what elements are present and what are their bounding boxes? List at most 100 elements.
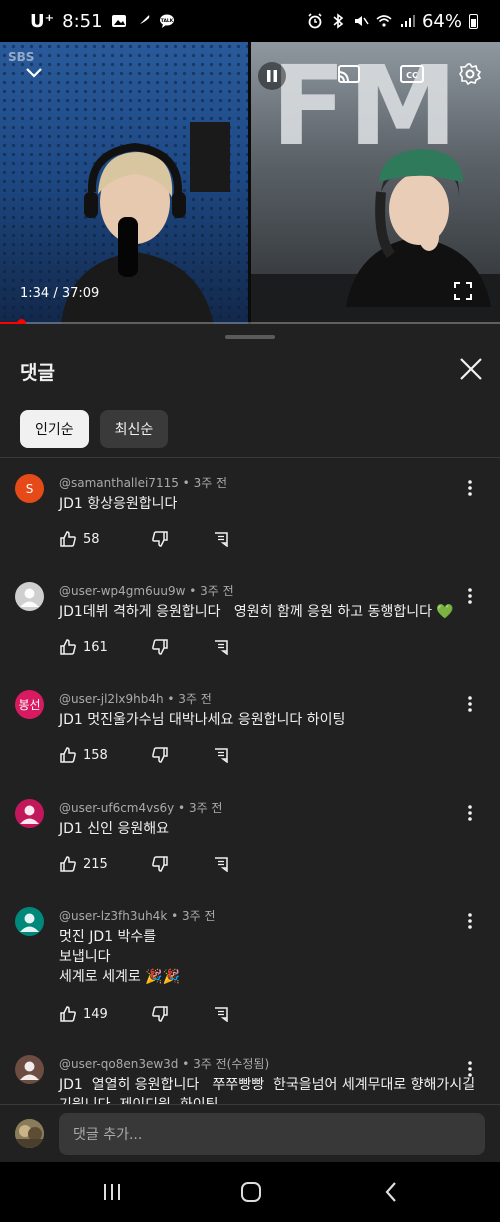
add-comment-bar: 댓글 추가... xyxy=(0,1104,500,1162)
gallery-icon xyxy=(111,15,126,27)
back-icon[interactable] xyxy=(380,1180,404,1204)
thumbs-up-icon xyxy=(60,531,76,547)
meta-separator: • xyxy=(167,909,182,923)
comment-author[interactable]: @user-lz3fh3uh4k xyxy=(59,909,167,923)
sheet-drag-handle[interactable] xyxy=(225,335,275,339)
carrier-label: U⁺ xyxy=(30,10,55,32)
comment-author[interactable]: @user-jl2lx9hb4h xyxy=(59,692,164,706)
comment-line: JD1데뷔 격하게 응원합니다 영원히 함께 응원 하고 동행합니다 💚 xyxy=(59,604,454,620)
meta-separator: • xyxy=(185,584,201,598)
like-button[interactable]: 215 xyxy=(59,855,113,873)
thumbs-down-icon xyxy=(152,639,168,655)
comment-text: JD1 멋진울가수님 대박나세요 응원합니다 하이팅 xyxy=(59,710,459,730)
meta-separator: • xyxy=(178,1057,194,1071)
signal-icon xyxy=(400,15,415,27)
dislike-button[interactable] xyxy=(151,1005,169,1023)
comment-author[interactable]: @samanthallei7115 xyxy=(59,476,179,490)
comment-line: JD1 열열히 응원합니다 쭈쭈빵빵 한국을넘어 세계무대로 향해가시길 xyxy=(59,1077,476,1093)
like-button[interactable]: 161 xyxy=(59,638,113,656)
dislike-button[interactable] xyxy=(151,746,169,764)
fullscreen-icon[interactable] xyxy=(454,282,472,300)
pause-button[interactable] xyxy=(258,62,286,90)
meta-separator: • xyxy=(163,692,179,706)
comment-time: 3주 전 xyxy=(181,909,216,923)
like-button[interactable]: 158 xyxy=(59,746,113,764)
person-icon xyxy=(20,913,39,932)
commenter-avatar[interactable] xyxy=(15,907,44,936)
comment-time: 3주 전 xyxy=(193,476,228,490)
sort-chips: 인기순 최신순 xyxy=(20,410,169,448)
close-icon[interactable] xyxy=(458,356,484,382)
dislike-button[interactable] xyxy=(151,855,169,873)
comment-meta: @user-lz3fh3uh4k • 3주 전 xyxy=(59,907,216,924)
svg-text:CC: CC xyxy=(406,71,418,80)
thumbs-down-icon xyxy=(152,856,168,872)
more-options-icon[interactable] xyxy=(462,1059,478,1079)
comment-actions: 149 xyxy=(59,1005,229,1023)
comment-line: 멋진 JD1 박수를 xyxy=(59,929,157,945)
cast-icon[interactable] xyxy=(336,64,362,86)
reply-button[interactable] xyxy=(213,531,229,547)
like-button[interactable]: 149 xyxy=(59,1005,113,1023)
comment-author[interactable]: @user-qo8en3ew3d xyxy=(59,1057,178,1071)
home-icon[interactable] xyxy=(239,1180,263,1204)
comment-actions: 161 xyxy=(59,638,229,656)
video-player[interactable]: SBS FM CC 1:34 / 37:09 xyxy=(0,42,500,324)
like-count: 58 xyxy=(83,531,100,547)
more-options-icon[interactable] xyxy=(462,694,478,714)
comment-actions: 158 xyxy=(59,746,229,764)
clock: 8:51 xyxy=(62,10,103,32)
reply-button[interactable] xyxy=(213,747,229,763)
reply-button[interactable] xyxy=(213,1006,229,1022)
person-icon xyxy=(20,805,39,824)
chip-newest[interactable]: 최신순 xyxy=(99,410,169,448)
like-count: 215 xyxy=(83,856,108,872)
reply-icon xyxy=(215,1007,228,1022)
comment-author[interactable]: @user-uf6cm4vs6y xyxy=(59,801,174,815)
comment-meta: @user-jl2lx9hb4h • 3주 전 xyxy=(59,690,212,707)
meta-separator: • xyxy=(178,476,194,490)
comment-text: JD1 항상응원합니다 xyxy=(59,494,459,514)
comment-author[interactable]: @user-wp4gm6uu9w xyxy=(59,584,185,598)
reply-button[interactable] xyxy=(213,856,229,872)
person-icon xyxy=(20,588,39,607)
meta-separator: • xyxy=(174,801,189,815)
more-options-icon[interactable] xyxy=(462,586,478,606)
like-count: 161 xyxy=(83,639,108,655)
reply-icon xyxy=(215,640,228,655)
more-options-icon[interactable] xyxy=(462,911,478,931)
more-options-icon[interactable] xyxy=(462,803,478,823)
thumbs-down-icon xyxy=(152,747,168,763)
settings-gear-icon[interactable] xyxy=(458,62,482,86)
feather-icon xyxy=(136,15,149,27)
status-bar: U⁺ 8:51 TALK 64% xyxy=(0,0,500,42)
my-avatar xyxy=(15,1119,44,1148)
dislike-button[interactable] xyxy=(151,530,169,548)
reply-icon xyxy=(215,748,228,763)
bluetooth-icon xyxy=(333,13,344,29)
more-options-icon[interactable] xyxy=(462,478,478,498)
comment-meta: @samanthallei7115 • 3주 전 xyxy=(59,474,227,491)
commenter-avatar[interactable] xyxy=(15,1055,44,1084)
captions-icon[interactable]: CC xyxy=(400,64,424,84)
reply-icon xyxy=(215,857,228,872)
comment-time: 3주 전 xyxy=(178,692,212,706)
thumbs-up-icon xyxy=(60,1006,76,1022)
battery-percent: 64% xyxy=(421,10,462,32)
mute-icon xyxy=(354,16,369,26)
commenter-avatar[interactable] xyxy=(15,799,44,828)
recent-apps-icon[interactable] xyxy=(100,1180,124,1204)
chip-top[interactable]: 인기순 xyxy=(20,410,89,448)
commenter-avatar[interactable]: S xyxy=(15,474,44,503)
minimize-chevron-icon[interactable] xyxy=(24,66,44,80)
dislike-button[interactable] xyxy=(151,638,169,656)
like-button[interactable]: 58 xyxy=(59,530,113,548)
reply-icon xyxy=(215,532,228,547)
comment-line: 세계로 세계로 🎉🎉 xyxy=(59,969,181,985)
add-comment-input[interactable]: 댓글 추가... xyxy=(59,1113,485,1155)
comment-text: JD1데뷔 격하게 응원합니다 영원히 함께 응원 하고 동행합니다 💚 xyxy=(59,602,459,622)
commenter-avatar[interactable] xyxy=(15,582,44,611)
reply-button[interactable] xyxy=(213,639,229,655)
video-timestamp: 1:34 / 37:09 xyxy=(20,286,100,301)
commenter-avatar[interactable]: 봉선 xyxy=(15,690,44,719)
